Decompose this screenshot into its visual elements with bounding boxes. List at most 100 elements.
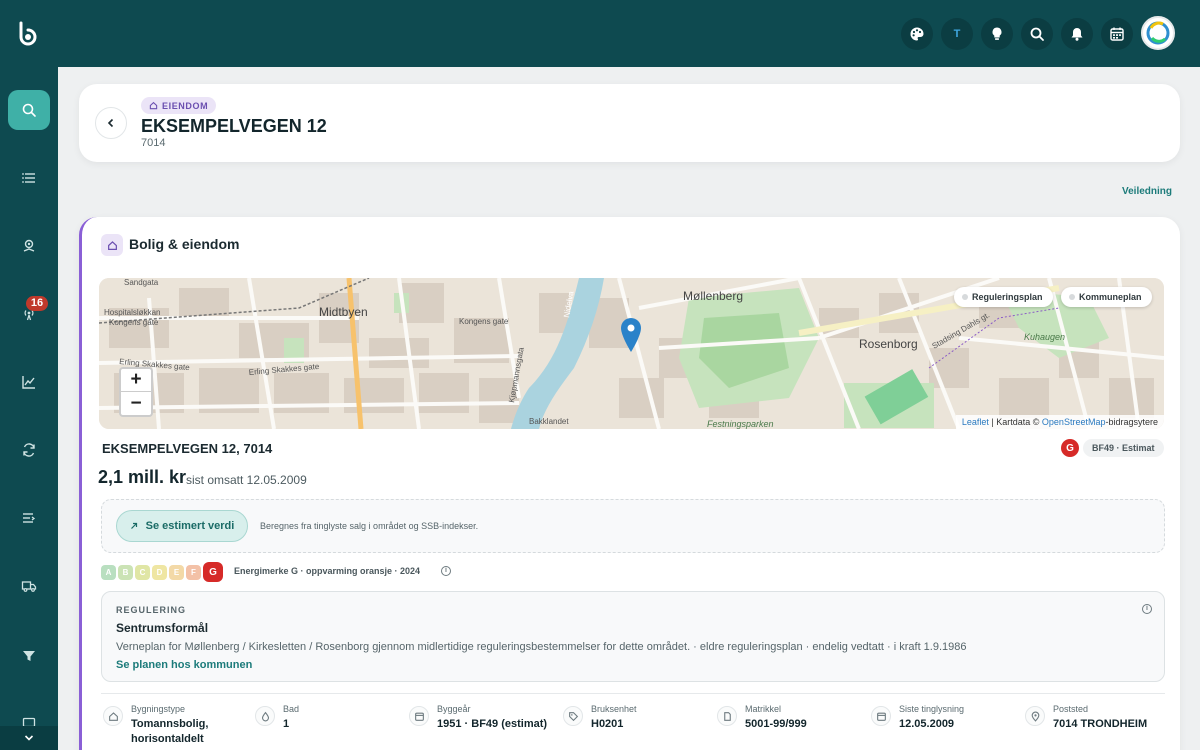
section-icon — [101, 234, 123, 256]
fact-label: Siste tinglysning — [899, 704, 965, 714]
svg-text:Kongens gate: Kongens gate — [109, 318, 159, 327]
energy-label-text: Energimerke G · oppvarming oransje · 202… — [234, 566, 421, 576]
bf-estimate-pill: BF49 · Estimat — [1083, 439, 1164, 457]
svg-text:Sandgata: Sandgata — [124, 278, 159, 287]
property-address: EKSEMPELVEGEN 12, 7014 — [102, 441, 273, 456]
translate-icon: T — [953, 28, 961, 40]
fact-label: Bygningstype — [131, 704, 186, 714]
show-estimate-label: Se estimert verdi — [145, 520, 235, 532]
fact-value: 1 — [283, 718, 290, 730]
calendar-icon — [871, 706, 891, 726]
regulering-heading: REGULERING — [116, 605, 187, 615]
sidebar-item-list[interactable] — [8, 158, 50, 198]
svg-text:Rosenborg: Rosenborg — [859, 337, 918, 351]
map-attribution: Leaflet | Kartdata © OpenStreetMap-bidra… — [955, 415, 1164, 429]
tag-icon — [563, 706, 583, 726]
svg-text:Hospitalsløkkan: Hospitalsløkkan — [104, 308, 160, 317]
theme-button[interactable] — [901, 18, 933, 50]
fact-value: 12.05.2009 — [899, 718, 955, 730]
app-logo[interactable] — [14, 20, 42, 48]
zoom-in-button[interactable]: + — [121, 369, 151, 392]
back-button[interactable] — [95, 107, 127, 139]
svg-text:Bakklandet: Bakklandet — [529, 417, 569, 426]
sidebar-item-filter[interactable] — [8, 636, 50, 676]
global-search-button[interactable] — [1021, 18, 1053, 50]
home-icon — [107, 240, 117, 250]
page-header-card: EIENDOM EKSEMPELVEGEN 12 7014 — [79, 84, 1180, 162]
translate-button[interactable]: T — [941, 18, 973, 50]
energy-info-icon[interactable]: i — [441, 566, 451, 576]
regulering-title: Sentrumsformål — [116, 621, 209, 635]
search-icon — [1030, 27, 1044, 41]
energy-grade-g-selected: G — [203, 562, 223, 582]
fact-value: Tomannsbolig, horisontaldelt — [131, 718, 209, 745]
document-icon — [717, 706, 737, 726]
show-estimate-button[interactable]: Se estimert verdi — [116, 510, 248, 542]
regulering-info-icon[interactable]: i — [1142, 604, 1152, 614]
calendar-button[interactable] — [1101, 18, 1133, 50]
attribution-osm-link[interactable]: OpenStreetMap — [1042, 417, 1106, 427]
energy-grade-f: F — [186, 564, 201, 580]
sidebar-item-transport[interactable] — [8, 566, 50, 606]
fact-value: H0201 — [591, 718, 624, 730]
sidebar-item-places[interactable] — [8, 226, 50, 266]
energy-grade-b: B — [118, 564, 133, 580]
pill-kommuneplan[interactable]: Kommuneplan — [1061, 287, 1152, 307]
property-card: Bolig & eiendom Sandgata Hospitalsløkkan… — [79, 217, 1180, 750]
palette-icon — [910, 27, 924, 41]
arrow-up-right-icon — [130, 522, 137, 529]
fact-label: Bruksenhet — [591, 704, 637, 714]
zoom-out-button[interactable]: − — [121, 392, 151, 415]
notification-badge: 16 — [26, 296, 48, 311]
filter-icon — [23, 651, 35, 661]
estimate-panel: Se estimert verdi Beregnes fra tinglyste… — [101, 499, 1165, 553]
section-title: Bolig & eiendom — [129, 236, 240, 252]
sidebar-item-analytics[interactable] — [8, 362, 50, 402]
fact-value: 1951 · BF49 (estimat) — [437, 718, 548, 730]
map-pin-icon — [23, 239, 35, 252]
sidebar-item-tasks[interactable] — [8, 498, 50, 538]
fact-value: 5001-99/999 — [745, 718, 807, 730]
property-price: 2,1 mill. kr — [98, 467, 187, 487]
chart-line-icon — [22, 376, 35, 389]
notifications-button[interactable] — [1061, 18, 1093, 50]
calendar-icon — [409, 706, 429, 726]
page-title: EKSEMPELVEGEN 12 — [141, 116, 327, 136]
regulering-plan-link[interactable]: Se planen hos kommunen — [116, 659, 252, 671]
category-tag: EIENDOM — [141, 97, 217, 114]
pill-reguleringsplan[interactable]: Reguleringsplan — [954, 287, 1053, 307]
category-tag-label: EIENDOM — [162, 100, 209, 111]
avatar[interactable] — [1141, 16, 1175, 50]
topbar: T — [58, 0, 1200, 67]
fact-label: Matrikkel — [745, 704, 782, 714]
property-facts: Bygningstype Tomannsbolig, horisontaldel… — [101, 693, 1165, 745]
svg-text:Kongens gate: Kongens gate — [459, 317, 509, 326]
home-icon — [103, 706, 123, 726]
energy-grade-d: D — [152, 564, 167, 580]
guide-link[interactable]: Veiledning — [1122, 186, 1172, 197]
search-icon — [22, 103, 36, 117]
svg-text:Festningsparken: Festningsparken — [707, 419, 774, 429]
refresh-icon — [23, 443, 35, 457]
attribution-leaflet-link[interactable]: Leaflet — [962, 417, 989, 427]
svg-text:Midtbyen: Midtbyen — [319, 305, 368, 319]
tips-button[interactable] — [981, 18, 1013, 50]
fact-label: Byggeår — [437, 704, 471, 714]
chevron-down-icon — [24, 735, 34, 741]
list-icon — [22, 173, 35, 183]
property-map[interactable]: Sandgata Hospitalsløkkan Kongens gate Ko… — [99, 278, 1164, 429]
drop-icon — [255, 706, 275, 726]
energy-scale: A B C D E F G — [101, 562, 223, 582]
sidebar-expand-toggle[interactable] — [0, 726, 58, 750]
property-marker-icon[interactable] — [621, 318, 641, 352]
sidebar-item-sync[interactable] — [8, 430, 50, 470]
map-zoom-controls: + − — [119, 367, 153, 417]
energy-grade-badge: G — [1061, 439, 1079, 457]
truck-icon — [21, 581, 37, 592]
sidebar-item-search[interactable] — [8, 90, 50, 130]
chevron-left-icon — [107, 118, 114, 128]
svg-text:Møllenberg: Møllenberg — [683, 289, 743, 303]
lightbulb-icon — [992, 27, 1002, 40]
calendar-icon — [1110, 27, 1124, 41]
energy-grade-e: E — [169, 564, 184, 580]
